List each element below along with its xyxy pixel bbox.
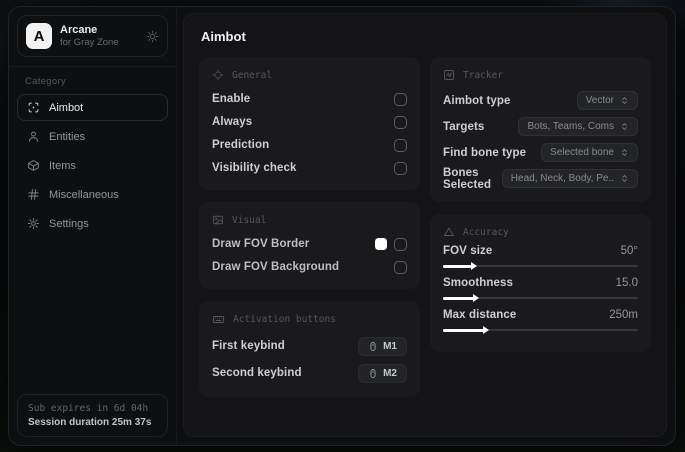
expand-icon xyxy=(620,148,629,157)
setting-row-draw-fov-background: Draw FOV Background xyxy=(212,256,407,278)
dropdown-value: Bots, Teams, Coms xyxy=(527,121,614,132)
aimbot-type-dropdown[interactable]: Vector xyxy=(576,91,638,110)
setting-row-visibility-check: Visibility check xyxy=(212,157,407,179)
tracker-card: Tracker Aimbot type Vector Targets Bots,… xyxy=(430,57,651,202)
mouse-icon xyxy=(368,341,378,352)
dropdown-value: Head, Neck, Body, Pe.. xyxy=(510,173,614,184)
setting-row-first-keybind: First keybind M1 xyxy=(212,333,407,359)
sidebar-item-aimbot[interactable]: Aimbot xyxy=(17,94,168,121)
dropdown-value: Vector xyxy=(585,95,614,106)
setting-row-find-bone-type: Find bone type Selected bone xyxy=(443,140,638,165)
visibility-check-checkbox[interactable] xyxy=(394,161,407,175)
gear-icon[interactable] xyxy=(146,30,159,43)
app-logo: A xyxy=(26,23,52,49)
divider xyxy=(9,66,176,67)
setting-row-max-distance: Max distance 250m xyxy=(443,309,638,335)
keyboard-icon xyxy=(212,313,225,326)
bones-selected-dropdown[interactable]: Head, Neck, Body, Pe.. xyxy=(501,169,638,188)
setting-row-draw-fov-border: Draw FOV Border xyxy=(212,233,407,255)
setting-row-smoothness: Smoothness 15.0 xyxy=(443,277,638,303)
crosshair-icon xyxy=(212,69,224,81)
setting-row-second-keybind: Second keybind M2 xyxy=(212,360,407,386)
accuracy-card: Accuracy FOV size 50° Smoothness 15.0 Ma… xyxy=(430,214,651,352)
setting-row-aimbot-type: Aimbot type Vector xyxy=(443,88,638,113)
subscription-info: Sub expires in 6d 04h Session duration 2… xyxy=(17,394,168,437)
mouse-icon xyxy=(368,368,378,379)
fov-size-value: 50° xyxy=(620,245,638,257)
sidebar-item-entities[interactable]: Entities xyxy=(17,123,168,150)
section-title: Tracker xyxy=(463,69,504,81)
enable-checkbox[interactable] xyxy=(394,92,407,106)
smoothness-slider[interactable] xyxy=(443,293,638,303)
app-subtitle: for Gray Zone xyxy=(60,36,119,48)
image-icon xyxy=(212,214,224,226)
section-title: Visual xyxy=(232,214,267,226)
main-panel: Aimbot General Enable Always Prediction … xyxy=(183,13,667,437)
section-title: General xyxy=(232,69,273,81)
sidebar: A Arcane for Gray Zone Category Aimbot E… xyxy=(9,7,177,445)
sidebar-item-settings[interactable]: Settings xyxy=(17,210,168,237)
app-name: Arcane xyxy=(60,23,98,36)
right-column: Tracker Aimbot type Vector Targets Bots,… xyxy=(430,57,651,352)
sidebar-item-label: Settings xyxy=(49,217,89,230)
setting-row-targets: Targets Bots, Teams, Coms xyxy=(443,114,638,139)
draw-fov-border-checkbox[interactable] xyxy=(394,237,407,251)
section-title: Activation buttons xyxy=(233,314,336,325)
box-icon xyxy=(27,159,40,172)
max-distance-slider[interactable] xyxy=(443,325,638,335)
category-label: Category xyxy=(25,76,66,87)
section-title: Accuracy xyxy=(463,226,509,238)
crosshair-focus-icon xyxy=(27,101,40,114)
always-checkbox[interactable] xyxy=(394,115,407,129)
setting-row-enable: Enable xyxy=(212,88,407,110)
targets-dropdown[interactable]: Bots, Teams, Coms xyxy=(518,117,638,136)
sidebar-item-miscellaneous[interactable]: Miscellaneous xyxy=(17,181,168,208)
sidebar-item-items[interactable]: Items xyxy=(17,152,168,179)
find-bone-type-dropdown[interactable]: Selected bone xyxy=(541,143,638,162)
first-keybind-button[interactable]: M1 xyxy=(358,336,407,356)
session-duration-text: Session duration 25m 37s xyxy=(28,417,152,428)
activity-icon xyxy=(443,69,455,81)
dropdown-value: Selected bone xyxy=(550,147,614,158)
hash-icon xyxy=(27,188,40,201)
sidebar-item-label: Entities xyxy=(49,130,86,143)
keybind-value: M1 xyxy=(383,340,397,352)
setting-row-bones-selected: Bones Selected Head, Neck, Body, Pe.. xyxy=(443,166,638,191)
draw-fov-background-checkbox[interactable] xyxy=(394,260,407,274)
expand-icon xyxy=(620,122,629,131)
person-icon xyxy=(27,130,40,143)
fov-size-slider[interactable] xyxy=(443,261,638,271)
sidebar-item-label: Aimbot xyxy=(49,101,84,114)
settings-gear-icon xyxy=(27,217,40,230)
fov-border-color-swatch[interactable] xyxy=(375,238,387,250)
prediction-checkbox[interactable] xyxy=(394,138,407,152)
sidebar-item-label: Miscellaneous xyxy=(49,188,119,201)
activation-buttons-card: Activation buttons First keybind M1 Seco… xyxy=(199,301,420,397)
sidebar-item-label: Items xyxy=(49,159,76,172)
setting-row-prediction: Prediction xyxy=(212,134,407,156)
visual-card: Visual Draw FOV Border Draw FOV Backgrou… xyxy=(199,202,420,289)
second-keybind-button[interactable]: M2 xyxy=(358,363,407,383)
setting-row-always: Always xyxy=(212,111,407,133)
left-column: General Enable Always Prediction Visibil… xyxy=(199,57,420,397)
smoothness-value: 15.0 xyxy=(615,277,638,289)
general-card: General Enable Always Prediction Visibil… xyxy=(199,57,420,190)
app-window: A Arcane for Gray Zone Category Aimbot E… xyxy=(8,6,676,446)
expand-icon xyxy=(620,174,629,183)
keybind-value: M2 xyxy=(383,367,397,379)
expand-icon xyxy=(620,96,629,105)
app-header: A Arcane for Gray Zone xyxy=(17,15,168,57)
page-title: Aimbot xyxy=(201,29,246,44)
triangle-icon xyxy=(443,226,455,238)
max-distance-value: 250m xyxy=(609,309,638,321)
sub-expiry-text: Sub expires in 6d 04h xyxy=(28,403,149,414)
setting-row-fov-size: FOV size 50° xyxy=(443,245,638,271)
